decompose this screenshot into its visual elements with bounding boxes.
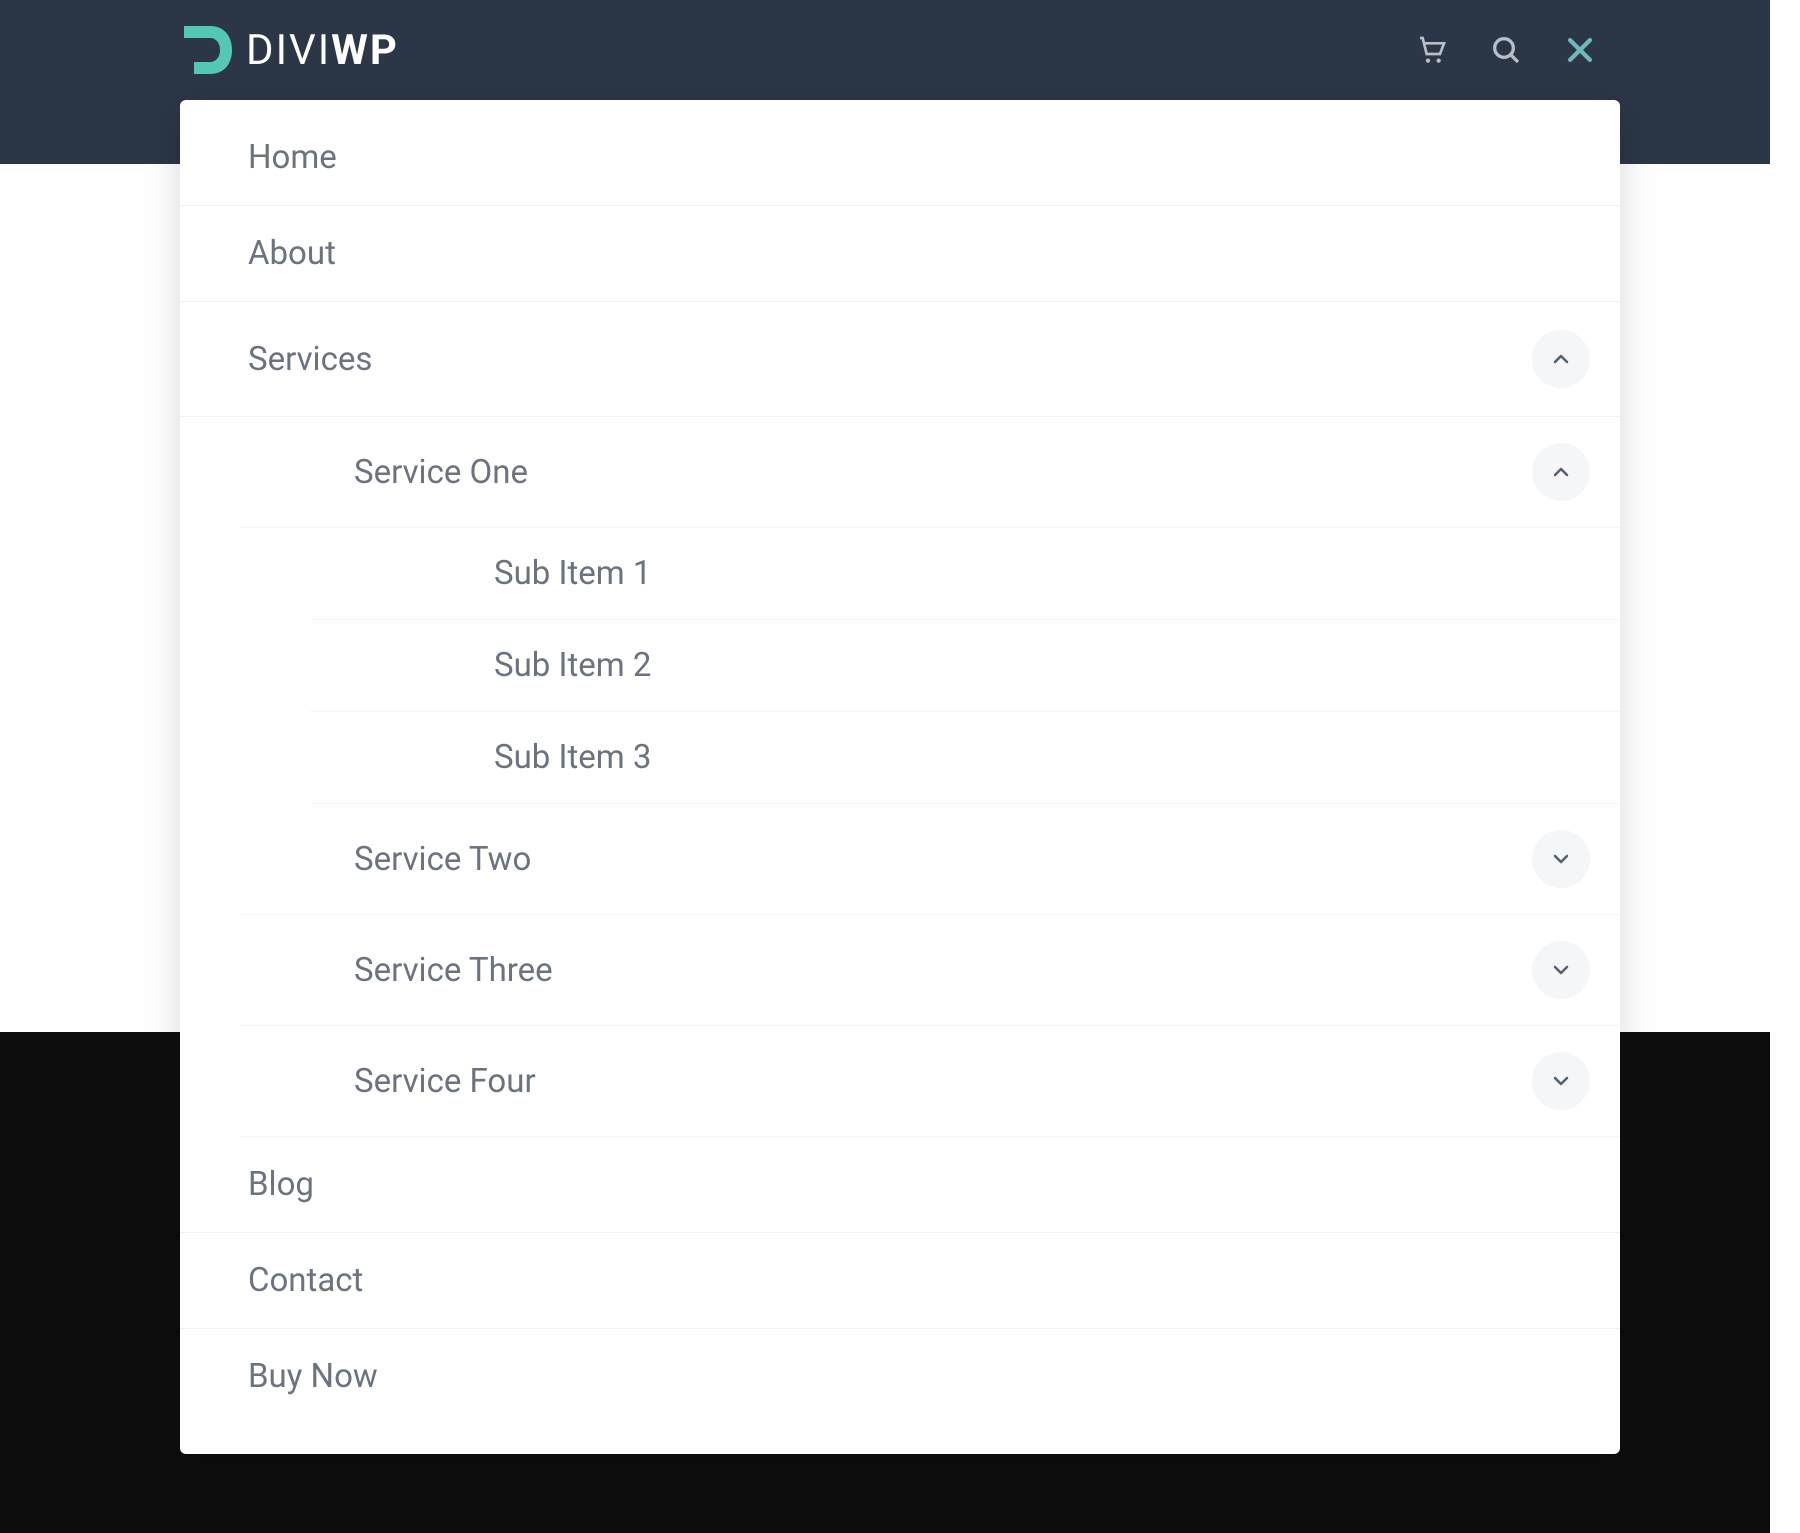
menu-item-label: Service Three <box>354 951 553 990</box>
collapse-toggle[interactable] <box>1532 330 1590 388</box>
logo-icon <box>180 22 236 78</box>
search-icon[interactable] <box>1486 30 1526 70</box>
menu-item-label: Service One <box>354 453 528 492</box>
expand-toggle[interactable] <box>1532 830 1590 888</box>
menu-item-contact[interactable]: Contact <box>180 1233 1620 1329</box>
menu-item-label: Contact <box>248 1261 363 1300</box>
cart-icon[interactable] <box>1412 30 1452 70</box>
chevron-down-icon <box>1549 847 1573 871</box>
menu-item-label: Services <box>248 340 372 379</box>
menu-item-label: Buy Now <box>248 1357 378 1396</box>
menu-item-sub-3[interactable]: Sub Item 3 <box>310 712 1620 804</box>
close-icon[interactable] <box>1560 30 1600 70</box>
menu-item-service-four[interactable]: Service Four <box>240 1026 1620 1137</box>
chevron-down-icon <box>1549 1069 1573 1093</box>
expand-toggle[interactable] <box>1532 1052 1590 1110</box>
menu-item-services[interactable]: Services <box>180 302 1620 417</box>
menu-item-label: Sub Item 1 <box>494 554 651 593</box>
collapse-toggle[interactable] <box>1532 443 1590 501</box>
menu-item-sub-1[interactable]: Sub Item 1 <box>310 528 1620 620</box>
menu-item-label: Service Two <box>354 840 531 879</box>
menu-item-service-one[interactable]: Service One <box>240 417 1620 528</box>
menu-item-label: About <box>248 234 336 273</box>
menu-item-service-two[interactable]: Service Two <box>240 804 1620 915</box>
header-icons <box>1412 30 1600 70</box>
menu-item-label: Sub Item 2 <box>494 646 651 685</box>
site-logo[interactable]: DIVIWP <box>180 22 399 78</box>
chevron-up-icon <box>1549 347 1573 371</box>
menu-item-label: Blog <box>248 1165 314 1204</box>
menu-item-service-three[interactable]: Service Three <box>240 915 1620 1026</box>
right-edge-strip <box>1770 0 1800 1533</box>
expand-toggle[interactable] <box>1532 941 1590 999</box>
mobile-menu-panel: Home About Services Service One Sub Item… <box>180 100 1620 1454</box>
menu-item-label: Sub Item 3 <box>494 738 651 777</box>
logo-text: DIVIWP <box>246 26 399 75</box>
menu-item-blog[interactable]: Blog <box>180 1137 1620 1233</box>
menu-item-label: Home <box>248 138 337 177</box>
site-header: DIVIWP <box>0 0 1800 100</box>
menu-item-home[interactable]: Home <box>180 110 1620 206</box>
chevron-down-icon <box>1549 958 1573 982</box>
menu-item-buy-now[interactable]: Buy Now <box>180 1329 1620 1424</box>
menu-item-about[interactable]: About <box>180 206 1620 302</box>
menu-item-label: Service Four <box>354 1062 536 1101</box>
chevron-up-icon <box>1549 460 1573 484</box>
menu-item-sub-2[interactable]: Sub Item 2 <box>310 620 1620 712</box>
